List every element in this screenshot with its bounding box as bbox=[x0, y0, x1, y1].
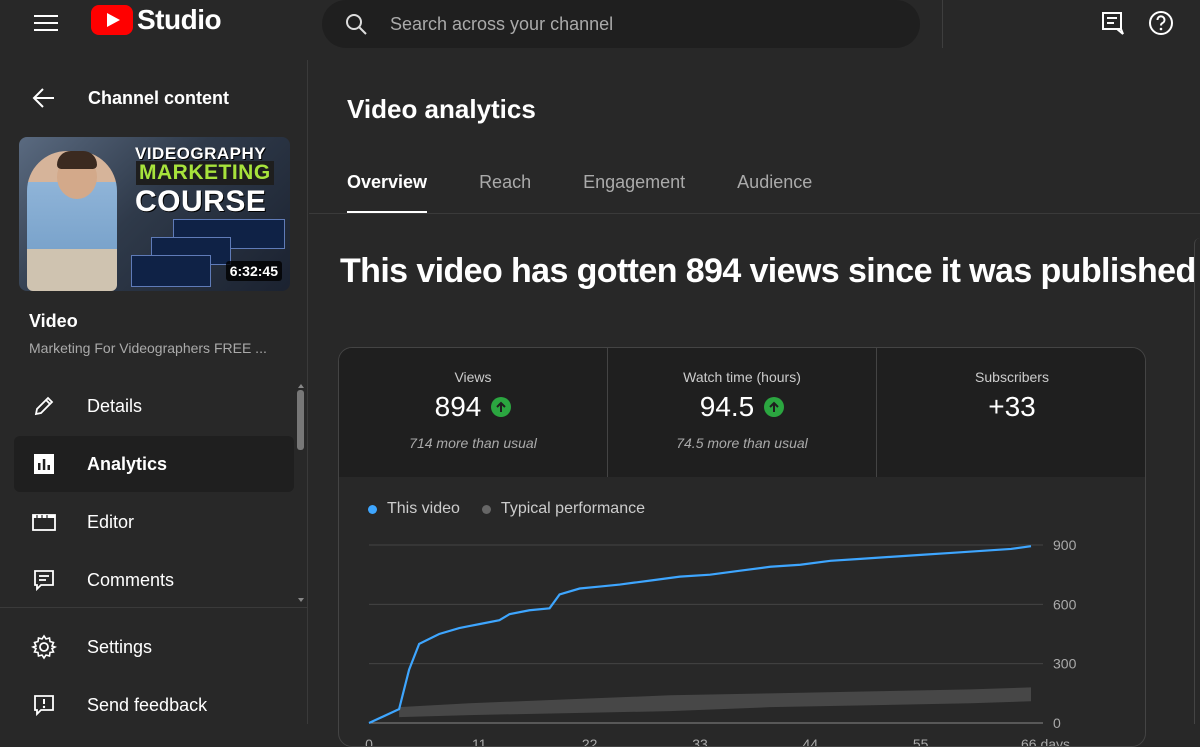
tab-overview[interactable]: Overview bbox=[347, 172, 428, 214]
x-tick-label: 66 days bbox=[1021, 736, 1070, 747]
gear-icon bbox=[31, 634, 57, 660]
help-icon[interactable] bbox=[1148, 10, 1174, 36]
legend-dot bbox=[368, 504, 377, 514]
thumbnail-card bbox=[131, 255, 211, 287]
menu-icon[interactable] bbox=[34, 12, 58, 32]
sidebar-divider bbox=[0, 607, 308, 608]
video-label: Video bbox=[29, 311, 78, 331]
tabs-divider bbox=[309, 213, 1200, 214]
sidebar-item-details[interactable]: Details bbox=[14, 378, 294, 434]
sidebar-item-settings[interactable]: Settings bbox=[14, 619, 294, 675]
sidebar-scroll-thumb[interactable] bbox=[297, 390, 304, 450]
legend-label: Typical performance bbox=[500, 500, 645, 517]
sidebar: Channel content VIDEOGRAPHY MARKETING CO… bbox=[0, 60, 308, 724]
video-duration: 6:32:45 bbox=[225, 261, 282, 281]
legend-this-video: This video bbox=[368, 500, 460, 518]
youtube-play-icon bbox=[91, 5, 133, 35]
views-chart[interactable]: 900 600 300 0 0 11 22 33 44 55 66 days bbox=[339, 528, 1146, 747]
tab-audience[interactable]: Audience bbox=[737, 172, 812, 214]
y-tick-label: 600 bbox=[1053, 596, 1077, 612]
x-tick-label: 0 bbox=[365, 736, 373, 747]
right-panel-edge bbox=[1194, 238, 1200, 724]
video-title: Marketing For Videographers FREE ... bbox=[29, 340, 267, 356]
x-tick-label: 33 bbox=[692, 736, 708, 747]
thumbnail-person bbox=[27, 151, 117, 291]
analytics-icon bbox=[34, 454, 54, 474]
main-content: Video analytics Overview Reach Engagemen… bbox=[309, 60, 1200, 747]
metric-comparison: 714 more than usual bbox=[409, 435, 537, 451]
sidebar-item-comments[interactable]: Comments bbox=[14, 552, 294, 608]
page-title: Video analytics bbox=[347, 94, 536, 124]
x-tick-label: 11 bbox=[472, 736, 487, 747]
comments-icon bbox=[34, 570, 54, 592]
sidebar-item-label: Comments bbox=[87, 569, 175, 590]
sidebar-item-editor[interactable]: Editor bbox=[14, 494, 294, 550]
metric-views[interactable]: Views 894 714 more than usual bbox=[339, 348, 607, 477]
x-tick-label: 22 bbox=[582, 736, 598, 747]
x-tick-label: 44 bbox=[803, 736, 819, 747]
video-thumbnail[interactable]: VIDEOGRAPHY MARKETING COURSE 6:32:45 bbox=[19, 137, 290, 291]
feedback-icon bbox=[34, 695, 54, 717]
legend-label: This video bbox=[387, 500, 460, 517]
typical-performance-band bbox=[399, 687, 1031, 718]
editor-icon bbox=[32, 514, 56, 531]
overview-card: Views 894 714 more than usual Watch time… bbox=[338, 347, 1146, 747]
sidebar-item-label: Send feedback bbox=[87, 694, 208, 715]
sidebar-item-analytics[interactable]: Analytics bbox=[14, 436, 294, 492]
back-to-channel-content[interactable]: Channel content bbox=[32, 86, 229, 110]
search-bar[interactable] bbox=[322, 0, 920, 48]
arrow-up-icon bbox=[491, 397, 512, 417]
search-icon bbox=[346, 14, 367, 35]
metric-subscribers[interactable]: Subscribers +33 bbox=[877, 348, 1145, 477]
metric-watch-time[interactable]: Watch time (hours) 94.5 74.5 more than u… bbox=[608, 348, 876, 477]
legend-dot bbox=[481, 504, 491, 514]
metric-comparison: 74.5 more than usual bbox=[676, 435, 808, 451]
y-tick-label: 300 bbox=[1053, 656, 1077, 672]
metric-label: Views bbox=[454, 369, 492, 385]
y-tick-label: 0 bbox=[1053, 715, 1061, 731]
topbar-divider bbox=[942, 0, 943, 48]
studio-logo[interactable]: Studio bbox=[91, 4, 222, 36]
x-tick-label: 55 bbox=[913, 736, 929, 747]
arrow-left-icon bbox=[32, 88, 54, 108]
arrow-up-icon bbox=[764, 397, 785, 417]
analytics-tabs: Overview Reach Engagement Audience bbox=[347, 172, 864, 214]
brand-name: Studio bbox=[137, 4, 222, 35]
thumbnail-text-2: MARKETING bbox=[136, 161, 274, 185]
sidebar-item-label: Analytics bbox=[87, 453, 168, 474]
metric-value: +33 bbox=[988, 391, 1036, 422]
metric-label: Watch time (hours) bbox=[683, 369, 801, 385]
sidebar-item-label: Editor bbox=[87, 511, 135, 532]
search-input[interactable] bbox=[390, 13, 870, 35]
metric-value: 894 bbox=[434, 391, 482, 422]
metric-label: Subscribers bbox=[975, 369, 1049, 385]
thumbnail-text-3: COURSE bbox=[135, 185, 267, 218]
back-label: Channel content bbox=[88, 87, 230, 108]
metric-value: 94.5 bbox=[699, 391, 755, 422]
sidebar-item-label: Details bbox=[87, 395, 143, 416]
y-tick-label: 900 bbox=[1053, 537, 1077, 553]
tab-reach[interactable]: Reach bbox=[479, 172, 531, 214]
top-bar: Studio bbox=[0, 0, 1200, 48]
sidebar-item-send-feedback[interactable]: Send feedback bbox=[14, 677, 294, 733]
views-headline: This video has gotten 894 views since it… bbox=[340, 252, 1196, 290]
sidebar-item-label: Settings bbox=[87, 636, 153, 657]
feedback-report-icon[interactable] bbox=[1100, 10, 1126, 36]
pencil-icon bbox=[34, 396, 54, 416]
tab-engagement[interactable]: Engagement bbox=[583, 172, 685, 214]
chart-legend: This video Typical performance bbox=[368, 500, 667, 518]
legend-typical: Typical performance bbox=[481, 500, 645, 518]
